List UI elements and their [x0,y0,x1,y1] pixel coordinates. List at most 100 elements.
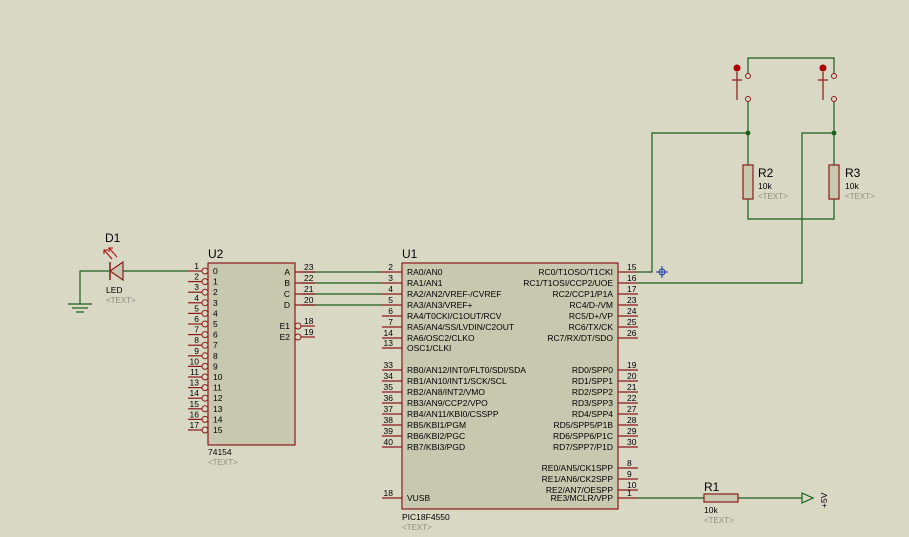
pin-name: 13 [213,404,223,414]
button-terminal [831,96,837,102]
pin-number: 16 [627,273,637,283]
r3-value: 10k [845,181,859,191]
resistor-r2[interactable]: R2 10k <TEXT> [742,164,788,201]
pin-name: 14 [213,414,223,424]
r2-ref: R2 [758,166,774,180]
power-supply-terminal[interactable]: +5V [801,492,829,508]
chip-u1[interactable]: U1 2 RA0/AN0 3 RA1/AN1 4 RA2/AN2/VREF-/CVREF 5… [382,247,638,532]
u2-ref: U2 [208,247,224,261]
pin-name: RD7/SPP7/P1D [553,442,613,452]
pin-number: 7 [388,317,393,327]
pin-name: RA2/AN2/VREF-/CVREF [407,289,501,299]
pin-inversion-bubble [201,320,209,328]
pin-number: 9 [627,469,632,479]
pin-name: D [284,300,290,310]
pin-number: 14 [190,388,200,398]
pin-number: 15 [190,399,200,409]
r3-body [828,164,840,200]
pin-name: RA3/AN3/VREF+ [407,300,472,310]
pin-name: RB6/KBI2/PGC [407,431,465,441]
resistor-r3[interactable]: R3 10k <TEXT> [828,164,875,201]
pin-number: 13 [384,338,394,348]
pin-number: 7 [194,325,199,335]
schematic-canvas[interactable]: D1 LED <TEXT> U2 1 0 2 1 3 2 4 3 5 4 6 5 7 6 8 7 9 8 10 9 11… [0,0,909,532]
pin-name: RC6/TX/CK [569,322,614,332]
r1-ref: R1 [704,480,720,494]
pin-name: 8 [213,351,218,361]
pin-number: 1 [194,261,199,271]
pin-name: RC0/T1OSO/T1CKI [538,267,613,277]
led-light-arrows-icon [103,247,118,260]
schematic-svg: D1 LED <TEXT> U2 1 02 13 24 35 46 57 68 79 810 911… [68,57,875,532]
button-terminal [831,73,837,79]
pin-number: 40 [384,437,394,447]
pin-number: 5 [194,303,199,313]
pin-name: VUSB [407,493,430,503]
pin-number: 15 [627,262,637,272]
pin-name: RC4/D-/VM [570,300,613,310]
pin-number: 8 [194,335,199,345]
pin-number: 11 [190,367,199,377]
pin-number: 26 [627,328,637,338]
button-terminal [745,96,751,102]
pin-inversion-bubble [201,394,209,402]
wire-rc1-net [638,132,834,284]
pin-name: 4 [213,308,218,318]
pin-number: 28 [627,415,637,425]
pin-name: RB1/AN10/INT1/SCK/SCL [407,376,507,386]
pin-number: 2 [388,262,393,272]
ground-icon[interactable] [68,303,92,313]
pin-number: 3 [388,273,393,283]
pin-name: RB5/KBI1/PGM [407,420,466,430]
pin-number: 6 [194,314,199,324]
pin-name: RD4/SPP4 [572,409,613,419]
pin-number: 38 [384,415,394,425]
button-actuator-icon [819,64,827,72]
pin-name: 6 [213,330,218,340]
pin-number: 17 [190,420,200,430]
pin-inversion-bubble [294,333,302,341]
led-d1[interactable]: D1 LED <TEXT> [103,231,136,305]
pin-number: 19 [304,327,314,337]
wire-rc0-net [638,132,748,273]
pin-inversion-bubble [201,426,209,434]
pin-inversion-bubble [201,362,209,370]
probe-marker-icon[interactable] [656,266,668,278]
chip-u2[interactable]: U2 1 02 13 24 35 46 57 68 79 810 911 1013 1114 1215 13… [188,247,315,467]
pin-number: 4 [388,284,393,294]
led-triangle-icon [108,260,124,282]
pin-number: 36 [384,393,394,403]
pin-name: B [284,278,290,288]
u1-ref: U1 [402,247,418,261]
pin-number: 3 [194,282,199,292]
pin-inversion-bubble [201,288,209,296]
pin-name: RD2/SPP2 [572,387,613,397]
pin-name: C [284,289,290,299]
pin-name: RA0/AN0 [407,267,443,277]
pin-number: 27 [627,404,637,414]
wire-ground-led [79,270,109,304]
pin-number: 22 [304,273,314,283]
pin-number: 6 [388,306,393,316]
junction-dot [831,130,837,136]
pin-number: 25 [627,317,637,327]
pin-number: 8 [627,458,632,468]
u2-right-pins: 23 A 22 B 21 C 20 D 18 E1 19 E2 [280,262,315,342]
pin-number: 20 [304,295,314,305]
pin-name: RD0/SPP0 [572,365,613,375]
pin-number: 20 [627,371,637,381]
supply-label: +5V [819,492,829,508]
pin-number: 9 [194,346,199,356]
pin-inversion-bubble [201,341,209,349]
button-terminal [745,73,751,79]
pin-inversion-bubble [201,373,209,381]
pin-number: 10 [190,356,200,366]
pin-name: RE0/AN5/CK1SPP [542,463,614,473]
pin-name: RD1/SPP1 [572,376,613,386]
pin-number: 19 [627,360,637,370]
resistor-r1[interactable]: R1 10k <TEXT> [703,480,739,525]
pin-number: 37 [384,404,394,414]
pin-number: 2 [194,272,199,282]
pin-name: 15 [213,425,223,435]
pin-number: 22 [627,393,637,403]
